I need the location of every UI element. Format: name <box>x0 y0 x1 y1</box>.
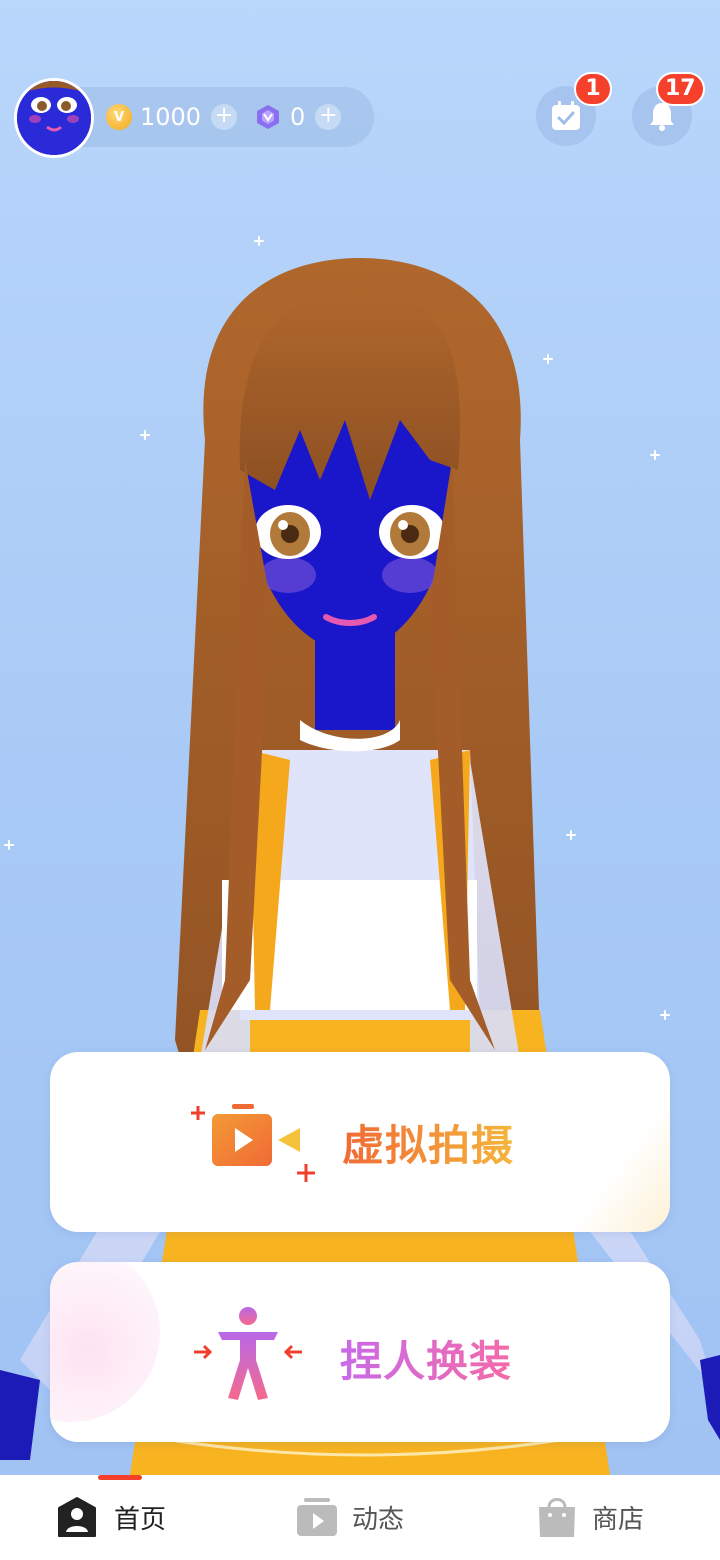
avatar-character[interactable] <box>0 0 720 1475</box>
body-figure-icon <box>194 1307 302 1400</box>
video-camera-icon <box>191 1104 315 1182</box>
tab-home[interactable]: 首页 <box>54 1493 166 1541</box>
card-decoration <box>50 1262 160 1422</box>
bottom-navigation: 首页 动态 商店 <box>0 1475 720 1560</box>
gem-amount: 0 <box>290 103 306 131</box>
coin-balance: V 1000 + <box>106 100 238 134</box>
profile-avatar[interactable] <box>14 78 94 158</box>
coin-amount: 1000 <box>140 103 202 131</box>
notification-badge: 17 <box>656 72 705 106</box>
add-gems-button[interactable]: + <box>315 104 342 130</box>
notifications-button[interactable]: 17 <box>632 72 705 146</box>
avatar-thumbnail-icon <box>17 81 91 155</box>
tab-moments[interactable]: 动态 <box>296 1493 404 1541</box>
tab-store[interactable]: 商店 <box>536 1493 644 1541</box>
active-tab-indicator <box>98 1475 142 1480</box>
virtual-shoot-label: 虚拟拍摄 <box>342 1112 514 1173</box>
shopping-bag-icon <box>539 1498 575 1537</box>
card-decoration <box>510 1095 670 1232</box>
pinch-dress-card[interactable]: 捏人换装 <box>50 1262 670 1442</box>
virtual-shoot-card[interactable]: 虚拟拍摄 <box>50 1052 670 1232</box>
gem-balance: 0 + <box>254 100 342 134</box>
pinch-dress-label: 捏人换装 <box>340 1328 512 1389</box>
tab-moments-label: 动态 <box>352 1504 405 1535</box>
calendar-badge: 1 <box>574 72 612 106</box>
add-coins-button[interactable]: + <box>211 104 238 130</box>
video-icon <box>297 1498 337 1536</box>
gem-icon <box>257 105 279 129</box>
person-icon <box>58 1497 96 1537</box>
tab-store-label: 商店 <box>592 1504 645 1535</box>
coin-icon: V <box>106 104 132 130</box>
top-bar: V 1000 + 0 + 1 17 <box>14 72 714 158</box>
calendar-check-icon <box>552 101 580 130</box>
tab-home-label: 首页 <box>114 1504 167 1535</box>
calendar-checkin-button[interactable]: 1 <box>536 72 612 146</box>
